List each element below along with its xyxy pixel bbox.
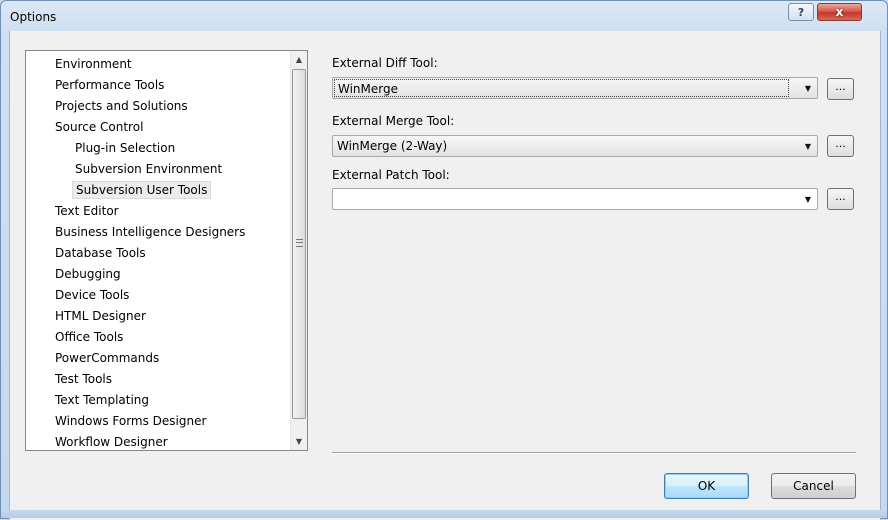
close-button[interactable]: x bbox=[817, 3, 862, 21]
tree-item[interactable]: Text Editor bbox=[52, 202, 122, 220]
scroll-down-button[interactable]: ▼ bbox=[291, 433, 307, 450]
cancel-button[interactable]: Cancel bbox=[771, 473, 856, 499]
diff-tool-value: WinMerge bbox=[334, 79, 789, 97]
tree-item[interactable]: Plug-in Selection bbox=[72, 139, 178, 157]
patch-tool-combo[interactable]: ▼ bbox=[332, 188, 818, 210]
window-title: Options bbox=[10, 10, 57, 24]
tree-item[interactable]: Projects and Solutions bbox=[52, 97, 191, 115]
merge-tool-label: External Merge Tool: bbox=[332, 114, 455, 128]
help-icon: ? bbox=[797, 5, 805, 19]
scroll-down-icon: ▼ bbox=[295, 437, 303, 446]
scroll-grip-icon bbox=[296, 239, 303, 247]
scroll-up-icon: ▲ bbox=[295, 55, 303, 64]
diff-tool-combo[interactable]: WinMerge ▼ bbox=[332, 77, 818, 99]
tree-item[interactable]: Performance Tools bbox=[52, 76, 167, 94]
scroll-thumb[interactable] bbox=[292, 69, 306, 419]
tree-item[interactable]: Device Tools bbox=[52, 286, 132, 304]
options-tree-list: Environment Performance Tools Projects and… bbox=[26, 51, 290, 450]
diff-tool-label: External Diff Tool: bbox=[332, 56, 438, 70]
merge-tool-value: WinMerge (2-Way) bbox=[337, 139, 448, 153]
scroll-up-button[interactable]: ▲ bbox=[291, 51, 307, 68]
patch-tool-browse-button[interactable]: ... bbox=[827, 188, 854, 210]
tree-item[interactable]: PowerCommands bbox=[52, 349, 162, 367]
chevron-down-icon: ▼ bbox=[804, 194, 811, 204]
merge-tool-browse-button[interactable]: ... bbox=[827, 135, 854, 157]
tree-item[interactable]: Environment bbox=[52, 55, 135, 73]
merge-tool-combo[interactable]: WinMerge (2-Way) ▼ bbox=[332, 135, 818, 157]
patch-tool-label: External Patch Tool: bbox=[332, 168, 450, 182]
patch-tool-value bbox=[334, 190, 789, 208]
tree-item[interactable]: Business Intelligence Designers bbox=[52, 223, 248, 241]
tree-item[interactable]: Office Tools bbox=[52, 328, 126, 346]
tree-item[interactable]: Debugging bbox=[52, 265, 124, 283]
tree-item[interactable]: Text Templating bbox=[52, 391, 152, 409]
dialog-client-area: Environment Performance Tools Projects and… bbox=[9, 31, 881, 520]
tree-item[interactable]: Test Tools bbox=[52, 370, 115, 388]
title-bar[interactable]: Options ? x bbox=[1, 1, 887, 31]
tree-scrollbar[interactable]: ▲ ▼ bbox=[290, 51, 307, 450]
tree-item[interactable]: Database Tools bbox=[52, 244, 149, 262]
chevron-down-icon: ▼ bbox=[804, 83, 811, 93]
help-button[interactable]: ? bbox=[788, 3, 814, 21]
chevron-down-icon: ▼ bbox=[804, 141, 811, 151]
tree-item[interactable]: Subversion User Tools bbox=[72, 181, 212, 199]
options-dialog: Options ? x Environment Performance Tools… bbox=[0, 0, 888, 520]
tree-item[interactable]: Workflow Designer bbox=[52, 433, 171, 450]
tree-item[interactable]: Subversion Environment bbox=[72, 160, 225, 178]
options-tree[interactable]: Environment Performance Tools Projects and… bbox=[25, 50, 308, 451]
tree-item[interactable]: Source Control bbox=[52, 118, 146, 136]
window-bottom-frame bbox=[1, 510, 887, 518]
ok-button[interactable]: OK bbox=[664, 473, 749, 499]
footer-separator bbox=[332, 452, 856, 454]
tree-item[interactable]: HTML Designer bbox=[52, 307, 149, 325]
diff-tool-browse-button[interactable]: ... bbox=[827, 78, 854, 100]
close-icon: x bbox=[835, 5, 844, 19]
tree-item[interactable]: Windows Forms Designer bbox=[52, 412, 209, 430]
